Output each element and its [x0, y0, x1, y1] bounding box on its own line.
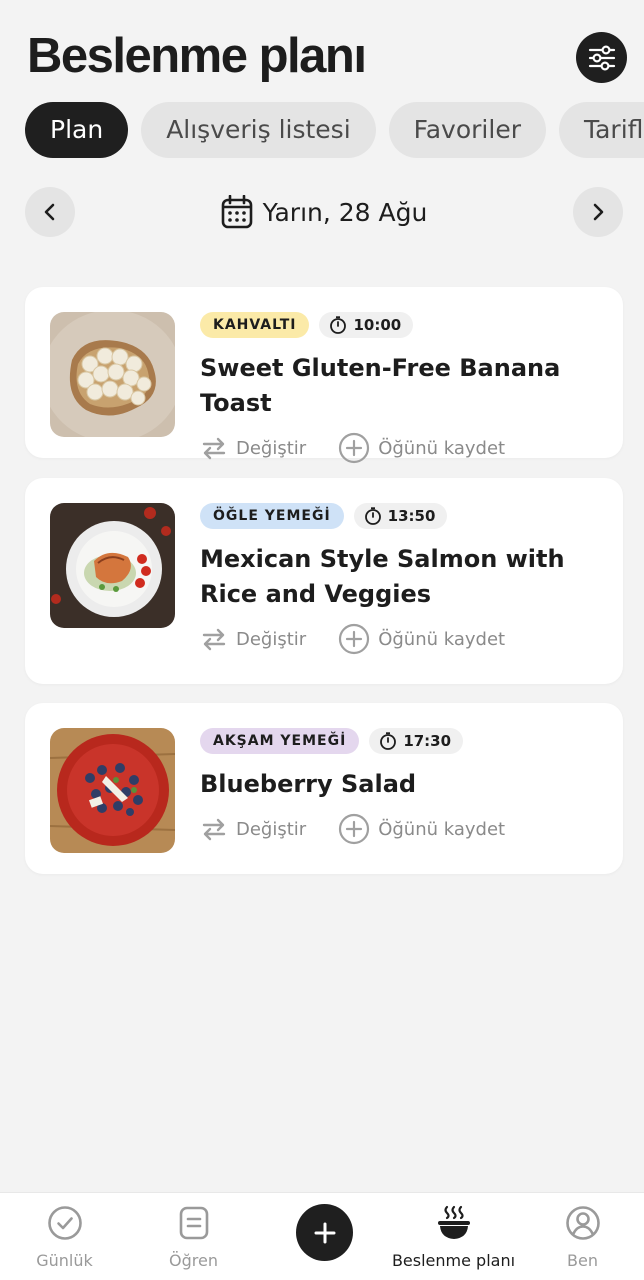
date-label: Yarın, 28 Ağu	[262, 197, 428, 227]
nav-meal-plan-label: Beslenme planı	[391, 1251, 516, 1270]
meal-card-breakfast[interactable]: KAHVALTI 10:00 Sweet Gluten-Free Banana …	[25, 287, 623, 464]
page-title: Beslenme planı	[27, 29, 367, 83]
nav-learn-label: Öğren	[169, 1251, 218, 1270]
meal-type-badge: AKŞAM YEMEĞİ	[200, 728, 360, 754]
meal-type-badge: ÖĞLE YEMEĞİ	[200, 503, 344, 529]
meal-time-label: 10:00	[353, 316, 402, 334]
add-circle-icon	[339, 432, 370, 464]
meal-image-blueberry-salad	[50, 728, 175, 853]
date-navigator: Yarın, 28 Ağu	[25, 187, 623, 237]
check-circle-icon	[47, 1206, 82, 1240]
meal-image-banana-toast	[50, 312, 175, 437]
meal-type-badge: KAHVALTI	[200, 312, 310, 338]
meal-time: 10:00	[319, 312, 414, 338]
stopwatch-icon	[364, 507, 381, 525]
meal-time: 13:50	[353, 503, 448, 529]
swap-label: Değiştir	[236, 818, 307, 840]
meal-info: AKŞAM YEMEĞİ 17:30 Blueberry Salad Değiş…	[200, 728, 603, 846]
calendar-icon	[221, 195, 252, 229]
tab-shopping-list[interactable]: Alışveriş listesi	[141, 102, 376, 158]
meal-info: KAHVALTI 10:00 Sweet Gluten-Free Banana …	[200, 312, 603, 465]
plus-icon	[314, 1222, 335, 1243]
next-day-button[interactable]	[573, 187, 623, 237]
meal-title[interactable]: Blueberry Salad	[200, 767, 603, 802]
profile-icon	[565, 1206, 600, 1240]
meal-time-label: 17:30	[403, 732, 452, 750]
log-label: Öğünü kaydet	[378, 628, 506, 650]
swap-meal-button[interactable]: Değiştir	[200, 815, 306, 843]
meal-time-label: 13:50	[387, 507, 436, 525]
meal-time: 17:30	[369, 728, 464, 754]
document-icon	[179, 1206, 208, 1240]
swap-label: Değiştir	[236, 437, 307, 459]
meal-bowl-icon	[437, 1205, 470, 1239]
log-meal-button[interactable]: Öğünü kaydet	[338, 623, 505, 655]
nav-diary-label: Günlük	[36, 1251, 93, 1270]
swap-label: Değiştir	[236, 628, 307, 650]
nav-profile[interactable]: Ben	[518, 1203, 644, 1270]
tab-recipes[interactable]: Tarifler	[558, 102, 644, 158]
meal-info: ÖĞLE YEMEĞİ 13:50 Mexican Style Salmon w…	[200, 503, 603, 656]
sliders-icon	[588, 44, 615, 71]
stopwatch-icon	[380, 732, 397, 750]
stopwatch-icon	[330, 316, 347, 334]
header: Beslenme planı	[0, 0, 644, 100]
swap-meal-button[interactable]: Değiştir	[200, 625, 306, 653]
add-circle-icon	[339, 623, 370, 655]
date-label-group[interactable]: Yarın, 28 Ağu	[25, 187, 623, 237]
meal-title[interactable]: Sweet Gluten-Free Banana Toast	[200, 351, 603, 421]
filter-button[interactable]	[576, 32, 627, 83]
meal-card-dinner[interactable]: AKŞAM YEMEĞİ 17:30 Blueberry Salad Değiş…	[25, 703, 623, 874]
add-button[interactable]	[296, 1204, 353, 1261]
log-meal-button[interactable]: Öğünü kaydet	[338, 432, 505, 464]
swap-meal-button[interactable]: Değiştir	[200, 434, 306, 462]
add-circle-icon	[339, 813, 370, 845]
meal-card-lunch[interactable]: ÖĞLE YEMEĞİ 13:50 Mexican Style Salmon w…	[25, 478, 623, 684]
nav-learn[interactable]: Öğren	[129, 1203, 258, 1270]
swap-icon	[202, 437, 226, 460]
swap-icon	[202, 818, 226, 841]
nav-profile-label: Ben	[567, 1251, 598, 1270]
nav-meal-plan[interactable]: Beslenme planı	[389, 1203, 518, 1270]
meal-image-salmon	[50, 503, 175, 628]
log-label: Öğünü kaydet	[378, 437, 506, 459]
log-label: Öğünü kaydet	[378, 818, 506, 840]
nav-diary[interactable]: Günlük	[0, 1203, 129, 1270]
tab-plan[interactable]: Plan	[25, 102, 129, 158]
tab-favorites[interactable]: Favoriler	[388, 102, 546, 158]
meal-title[interactable]: Mexican Style Salmon with Rice and Veggi…	[200, 542, 603, 612]
chevron-right-icon	[593, 203, 604, 221]
bottom-navigation: Günlük Öğren Beslenme planı Ben	[0, 1192, 644, 1280]
swap-icon	[202, 628, 226, 651]
tab-bar: PlanAlışveriş listesiFavorilerTarifler	[25, 102, 644, 158]
log-meal-button[interactable]: Öğünü kaydet	[338, 813, 505, 845]
